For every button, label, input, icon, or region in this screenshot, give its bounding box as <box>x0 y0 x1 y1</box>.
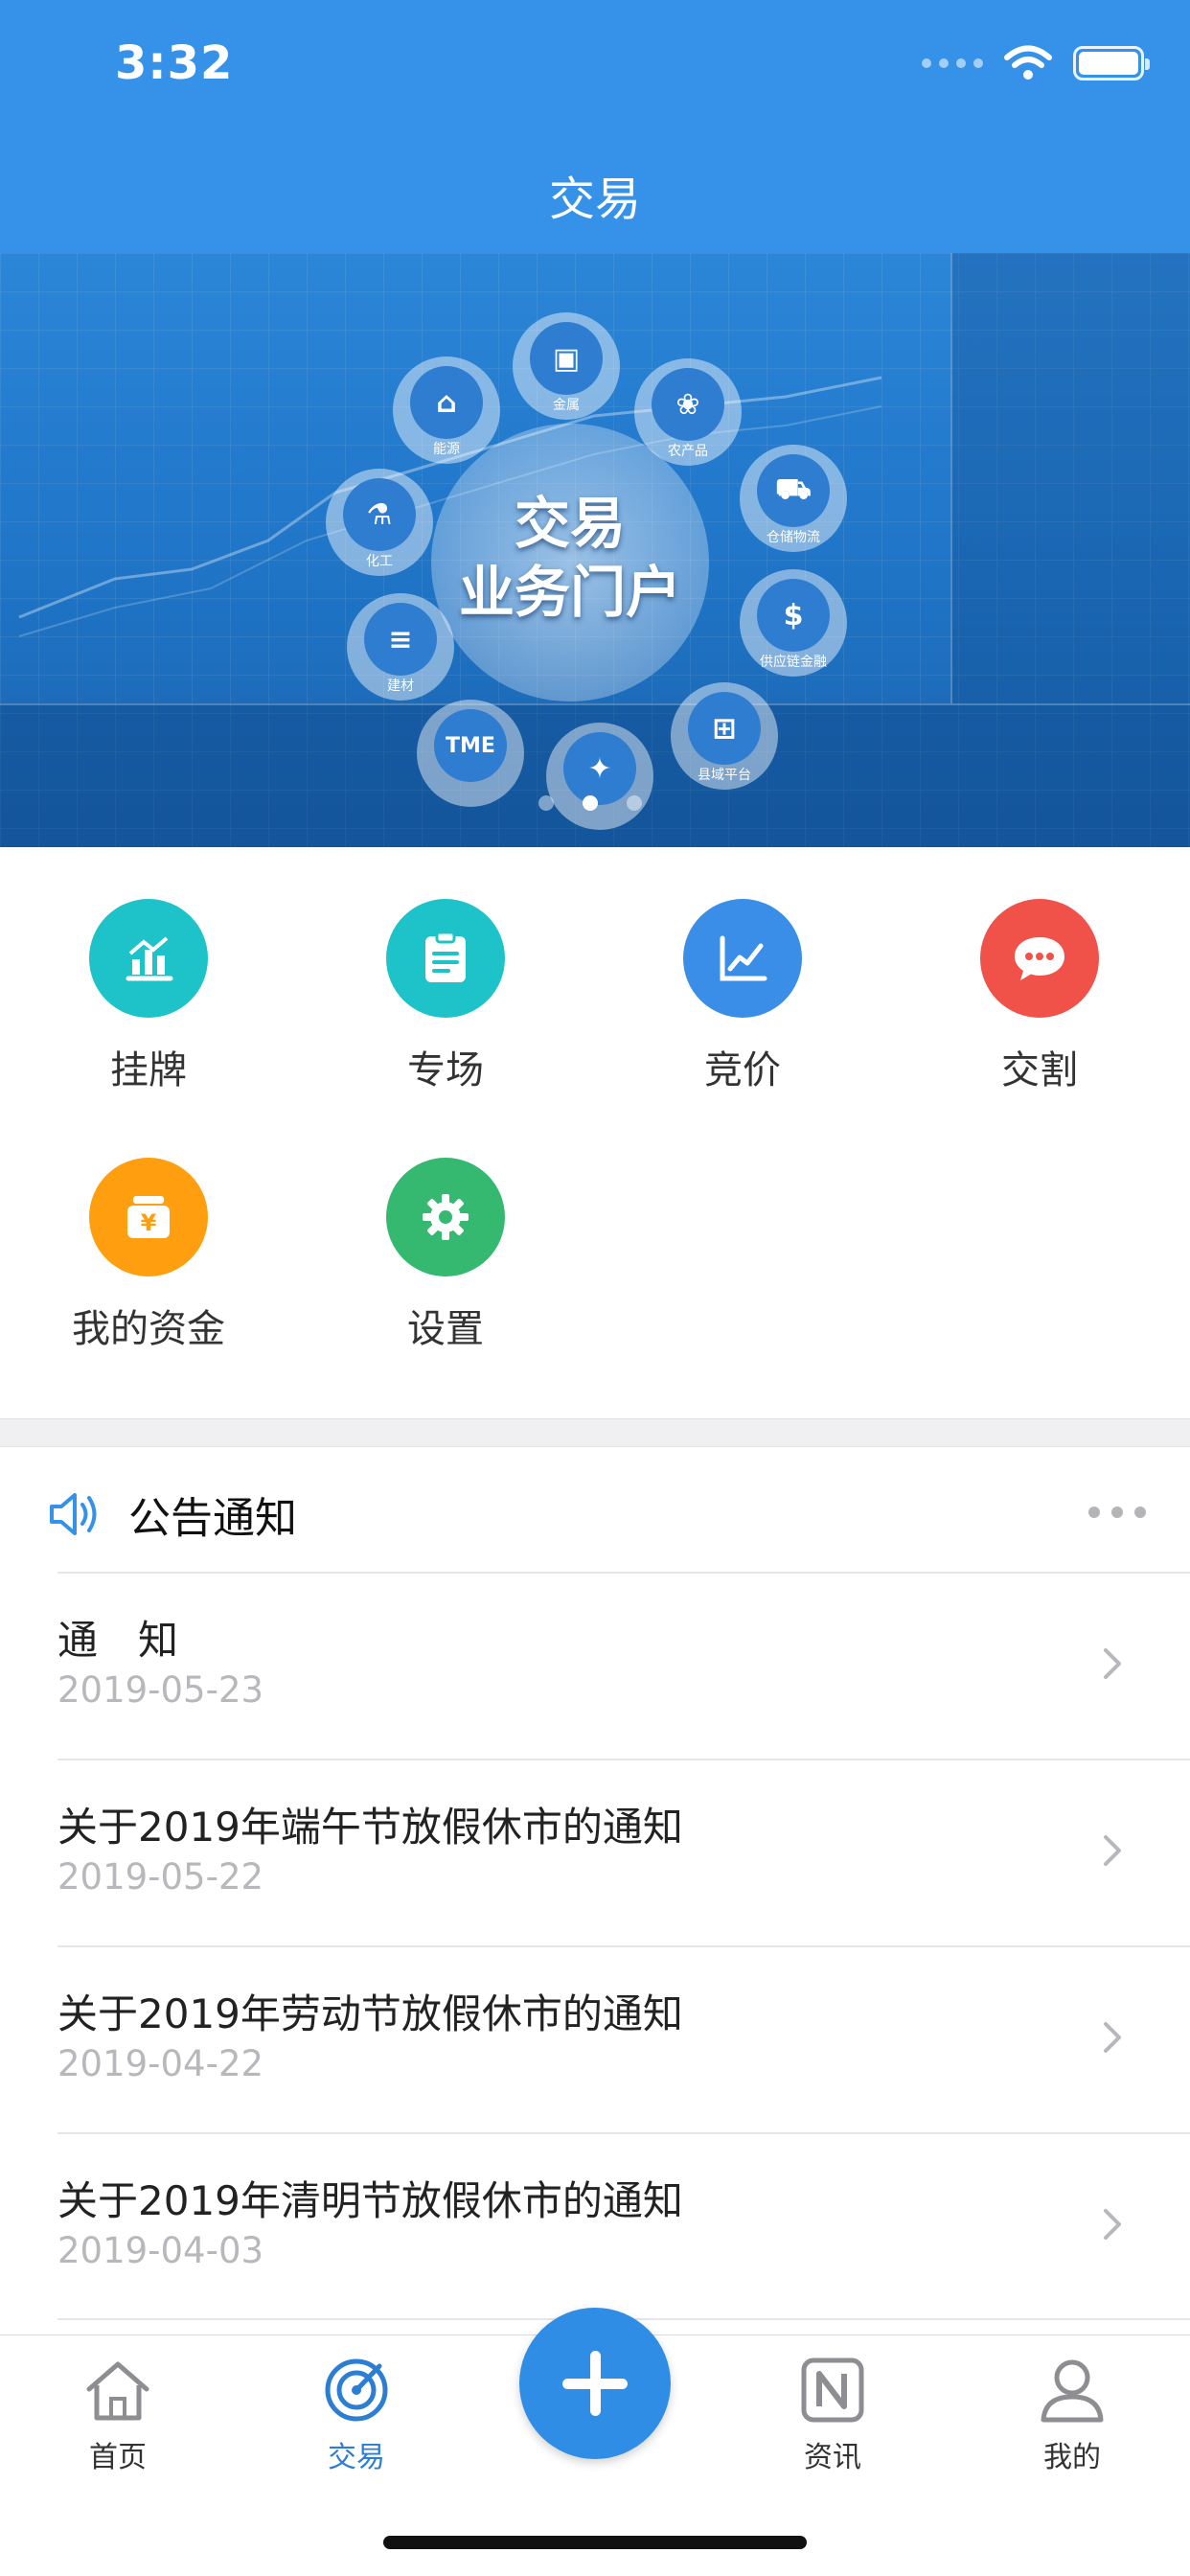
speaker-icon <box>50 1493 97 1535</box>
banner-hub: 交易 业务门户 <box>431 424 709 702</box>
news-icon <box>801 2358 864 2423</box>
banner-node-building: ≡ 建材 <box>347 593 454 701</box>
grid-label: 设置 <box>407 1307 484 1351</box>
promo-banner[interactable]: 交易 业务门户 ▣ 金属 ⌂ 能源 ❀ 农产品 ⚗ 化工 ⛟ 仓储物流 ≡ 建材 $ 供应链金… <box>0 253 1190 847</box>
grid-item-bidding[interactable]: 竞价 <box>647 899 838 1094</box>
svg-text:¥: ¥ <box>141 1209 157 1236</box>
grid-label: 交割 <box>1001 1048 1078 1092</box>
grid-label: 专场 <box>407 1048 484 1092</box>
notice-section-title: 公告通知 <box>128 1494 297 1543</box>
chevron-right-icon <box>1104 1835 1121 1866</box>
list-item[interactable]: 关于2019年端午节放假休市的通知 2019-05-22 <box>0 1759 1190 1945</box>
clipboard-icon <box>386 899 505 1018</box>
notice-date: 2019-04-03 <box>57 2230 264 2271</box>
wifi-icon <box>1004 45 1052 80</box>
banner-dot[interactable] <box>627 795 642 811</box>
banner-dot-active[interactable] <box>583 795 598 811</box>
tab-label: 我的 <box>1043 2441 1101 2474</box>
grid-item-delivery[interactable]: 交割 <box>944 899 1135 1094</box>
more-icon[interactable] <box>1088 1506 1146 1518</box>
notice-title: 关于2019年劳动节放假休市的通知 <box>57 1990 683 2037</box>
notice-date: 2019-05-23 <box>57 1669 264 1711</box>
line-chart-icon <box>683 899 802 1018</box>
banner-node-finance: $ 供应链金融 <box>740 569 847 677</box>
chevron-right-icon <box>1104 1648 1121 1679</box>
grid-label: 挂牌 <box>110 1048 187 1092</box>
chevron-right-icon <box>1104 2209 1121 2240</box>
banner-node-logistics: ⛟ 仓储物流 <box>740 445 847 552</box>
notice-date: 2019-05-22 <box>57 1856 264 1898</box>
banner-hub-title-line2: 业务门户 <box>458 560 681 625</box>
chart-icon <box>89 899 208 1018</box>
battery-icon <box>1073 46 1150 80</box>
profile-icon <box>1041 2359 1104 2423</box>
grid-item-special[interactable]: 专场 <box>350 899 541 1094</box>
wallet-icon: ¥ <box>89 1158 208 1276</box>
notice-header: 公告通知 <box>0 1447 1190 1572</box>
banner-node-chemical: ⚗ 化工 <box>326 469 433 576</box>
tab-home[interactable]: 首页 <box>41 2357 195 2475</box>
list-item[interactable]: 通 知 2019-05-23 <box>0 1572 1190 1759</box>
banner-node-metal: ▣ 金属 <box>513 312 620 420</box>
status-icons <box>922 44 1150 82</box>
tab-label: 首页 <box>89 2441 147 2474</box>
signal-icon <box>922 58 983 68</box>
tab-label: 交易 <box>328 2441 385 2474</box>
home-icon <box>86 2361 149 2421</box>
notice-title: 通 知 <box>57 1617 179 1664</box>
tab-trade[interactable]: 交易 <box>280 2357 433 2475</box>
trade-icon <box>325 2358 388 2422</box>
section-divider <box>0 1418 1190 1447</box>
banner-node-county: ⊞ 县域平台 <box>671 682 778 790</box>
notice-title: 关于2019年端午节放假休市的通知 <box>57 1804 683 1851</box>
tab-news[interactable]: 资讯 <box>756 2357 909 2475</box>
banner-node-agriculture: ❀ 农产品 <box>634 358 742 466</box>
grid-item-my-funds[interactable]: ¥ 我的资金 <box>53 1158 244 1353</box>
banner-pagination[interactable] <box>538 795 642 811</box>
banner-node-tme: TME <box>417 700 524 807</box>
grid-label: 我的资金 <box>72 1307 225 1351</box>
chat-icon <box>980 899 1099 1018</box>
banner-hub-title-line1: 交易 <box>514 491 626 556</box>
app-header: 3:32 交易 <box>0 0 1190 253</box>
grid-label: 竞价 <box>704 1048 781 1092</box>
banner-node-energy: ⌂ 能源 <box>393 356 500 464</box>
notice-date: 2019-04-22 <box>57 2043 264 2084</box>
tab-profile[interactable]: 我的 <box>995 2357 1149 2475</box>
banner-node-platform: ✦ <box>546 723 653 830</box>
notice-title: 关于2019年清明节放假休市的通知 <box>57 2177 683 2224</box>
tab-label: 资讯 <box>804 2441 861 2474</box>
chevron-right-icon <box>1104 2022 1121 2053</box>
gear-icon <box>386 1158 505 1276</box>
grid-item-settings[interactable]: 设置 <box>350 1158 541 1353</box>
home-indicator[interactable] <box>383 2536 807 2549</box>
page-title: 交易 <box>548 172 641 226</box>
add-button[interactable] <box>519 2308 671 2459</box>
list-item[interactable]: 关于2019年清明节放假休市的通知 2019-04-03 <box>0 2132 1190 2320</box>
banner-dot[interactable] <box>538 795 554 811</box>
list-item[interactable]: 关于2019年劳动节放假休市的通知 2019-04-22 <box>0 1945 1190 2132</box>
grid-item-listing[interactable]: 挂牌 <box>53 899 244 1094</box>
status-time: 3:32 <box>115 36 234 90</box>
